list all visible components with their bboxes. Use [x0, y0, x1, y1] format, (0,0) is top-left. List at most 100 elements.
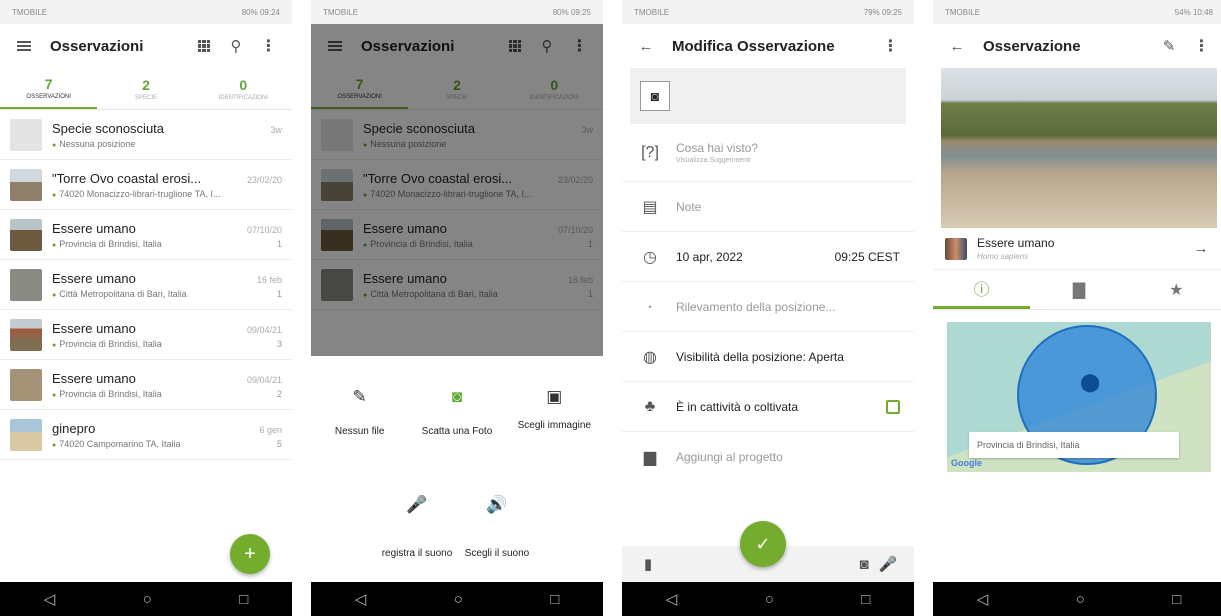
- notes-field[interactable]: ▤ Note: [622, 182, 914, 232]
- observations-label: OSSERVAZIONI: [26, 93, 71, 100]
- battery-time: 79% 09:25: [863, 7, 902, 17]
- item-count: 3: [276, 338, 282, 349]
- captive-plant-icon: ♣: [644, 397, 656, 415]
- grid-view-icon[interactable]: [192, 34, 216, 58]
- stats-tabs: 7 OSSERVAZIONI 2 SPECIE 0 IDENTIFICAZION…: [0, 68, 292, 110]
- time-value: 09:25 CEST: [834, 249, 900, 264]
- more-options-icon[interactable]: ⋮: [878, 34, 902, 58]
- back-nav-icon[interactable]: ◁: [666, 590, 678, 608]
- location-field[interactable]: · Rilevamento della posizione...: [622, 282, 914, 332]
- recent-nav-icon[interactable]: □: [239, 591, 248, 608]
- battery-time: 80% 09:24: [241, 7, 280, 17]
- choose-image-option[interactable]: ▣ Scegli immagine: [514, 382, 594, 438]
- add-photo-button[interactable]: ◙: [640, 81, 670, 111]
- camera-icon[interactable]: ◙: [852, 552, 876, 576]
- date-value: 10 apr, 2022: [676, 249, 743, 264]
- record-sound-label: registra il suono: [381, 548, 453, 559]
- item-place: Nessuna posizione: [52, 139, 135, 149]
- trash-icon[interactable]: ▮: [636, 552, 660, 576]
- item-place: Provincia di Brindisi, Italia: [52, 239, 162, 249]
- location-status: Rilevamento della posizione...: [676, 299, 836, 314]
- more-options-icon[interactable]: ⋮: [256, 34, 280, 58]
- location-map[interactable]: ⬤ Provincia di Brindisi, Italia Google: [947, 322, 1211, 472]
- observation-photo[interactable]: [941, 68, 1217, 228]
- tab-species[interactable]: 2 SPECIE: [97, 68, 194, 109]
- save-button[interactable]: ✓: [740, 521, 786, 567]
- item-date: 09/04/21: [246, 324, 282, 335]
- list-item[interactable]: Essere umano 09/04/21 Provincia di Brindi…: [0, 360, 292, 410]
- status-bar: TMOBILE 54% 10:48: [933, 0, 1221, 24]
- app-bar: Osservazioni ⚲ ⋮: [0, 24, 292, 68]
- list-item[interactable]: Essere umano 07/10/20 Provincia di Brindi…: [0, 210, 292, 260]
- home-nav-icon[interactable]: ○: [454, 591, 463, 608]
- item-name: "Torre Ovo coastal erosi...: [52, 170, 202, 186]
- recent-nav-icon[interactable]: □: [861, 591, 870, 608]
- take-photo-option[interactable]: ◙ Scatta una Foto: [417, 382, 497, 438]
- tab-favorites[interactable]: ★: [1128, 270, 1221, 309]
- home-nav-icon[interactable]: ○: [143, 591, 152, 608]
- location-icon: ·: [647, 297, 653, 315]
- sound-options-row: 🎤 registra il suono 🔊 Scegli il suono: [311, 490, 603, 560]
- microphone-icon[interactable]: 🎤: [876, 552, 900, 576]
- list-item[interactable]: Essere umano 16 feb Città Metropolitana d…: [0, 260, 292, 310]
- tab-identifications[interactable]: 0 IDENTIFICAZIONI: [195, 68, 292, 109]
- edit-pencil-icon[interactable]: ✎: [1157, 34, 1181, 58]
- item-name: Essere umano: [52, 320, 136, 336]
- notes-icon: ▤: [642, 198, 658, 216]
- no-file-label: Nessun file: [334, 426, 385, 437]
- status-bar: TMOBILE 79% 09:25: [622, 0, 914, 24]
- add-observation-button[interactable]: +: [230, 534, 270, 574]
- item-name: Essere umano: [52, 370, 136, 386]
- map-pin-icon: ⬤: [1080, 372, 1101, 392]
- list-item[interactable]: Essere umano 09/04/21 Provincia di Brindi…: [0, 310, 292, 360]
- map-place-label: Provincia di Brindisi, Italia: [969, 432, 1179, 458]
- visibility-field[interactable]: ◍ Visibilità della posizione: Aperta: [622, 332, 914, 382]
- back-arrow-icon[interactable]: ←: [634, 34, 658, 58]
- taxon-row[interactable]: Essere umano Homo sapiens →: [933, 228, 1221, 270]
- choose-image-label: Scegli immagine: [517, 420, 591, 431]
- take-photo-label: Scatta una Foto: [421, 426, 493, 437]
- taxon-scientific-name: Homo sapiens: [977, 252, 1029, 261]
- datetime-field[interactable]: ◷ 10 apr, 2022 09:25 CEST: [622, 232, 914, 282]
- captive-checkbox[interactable]: [886, 399, 900, 414]
- list-item[interactable]: Specie sconosciuta 3w Nessuna posizione: [0, 110, 292, 160]
- home-nav-icon[interactable]: ○: [1076, 591, 1085, 608]
- back-nav-icon[interactable]: ◁: [44, 590, 56, 608]
- home-nav-icon[interactable]: ○: [765, 591, 774, 608]
- search-icon[interactable]: ⚲: [224, 34, 248, 58]
- suggestions-link[interactable]: Visualizza Suggerimenti: [676, 157, 900, 164]
- recent-nav-icon[interactable]: □: [1172, 591, 1181, 608]
- back-nav-icon[interactable]: ◁: [355, 590, 367, 608]
- list-item[interactable]: ginepro 6 gen 74020 Campomarino TA, Itali…: [0, 410, 292, 460]
- record-sound-option[interactable]: 🎤 registra il suono: [377, 490, 457, 560]
- app-bar: ← Osservazione ✎ ⋮: [933, 24, 1221, 68]
- back-arrow-icon[interactable]: ←: [945, 34, 969, 58]
- page-title: Modifica Osservazione: [672, 37, 835, 55]
- tab-info[interactable]: ⓘ: [933, 270, 1031, 309]
- species-field[interactable]: [?] Cosa hai visto? Visualizza Suggerime…: [622, 124, 914, 182]
- back-nav-icon[interactable]: ◁: [977, 590, 989, 608]
- recent-nav-icon[interactable]: □: [550, 591, 559, 608]
- status-bar: TMOBILE 80% 09:24: [0, 0, 292, 24]
- detail-tabs: ⓘ ▇ ★: [933, 270, 1221, 310]
- phone-observation-detail: TMOBILE 54% 10:48 ← Osservazione ✎ ⋮ Ess…: [933, 0, 1221, 616]
- project-field[interactable]: ▆ Aggiungi al progetto: [622, 432, 914, 482]
- menu-icon[interactable]: [12, 34, 36, 58]
- thumbnail: [10, 268, 42, 301]
- scrim-overlay[interactable]: [311, 24, 603, 356]
- image-icon: ▣: [546, 387, 563, 406]
- observations-count: 7: [44, 75, 53, 92]
- tab-observations[interactable]: 7 OSSERVAZIONI: [0, 68, 98, 109]
- more-options-icon[interactable]: ⋮: [1189, 34, 1213, 58]
- no-file-option[interactable]: ✎ Nessun file: [320, 382, 400, 438]
- taxon-common-name: Essere umano: [977, 236, 1055, 250]
- captive-field[interactable]: ♣ È in cattività o coltivata: [622, 382, 914, 432]
- choose-sound-option[interactable]: 🔊 Scegli il suono: [457, 490, 537, 560]
- carrier-text: TMOBILE: [12, 7, 48, 17]
- item-place: 74020 Campomarino TA, Italia: [52, 439, 180, 449]
- arrow-right-icon[interactable]: →: [1189, 237, 1213, 261]
- identifications-label: IDENTIFICAZIONI: [218, 94, 268, 101]
- list-item[interactable]: "Torre Ovo coastal erosi... 23/02/20 7402…: [0, 160, 292, 210]
- tab-comments[interactable]: ▇: [1030, 270, 1127, 309]
- carrier-text: TMOBILE: [945, 7, 981, 17]
